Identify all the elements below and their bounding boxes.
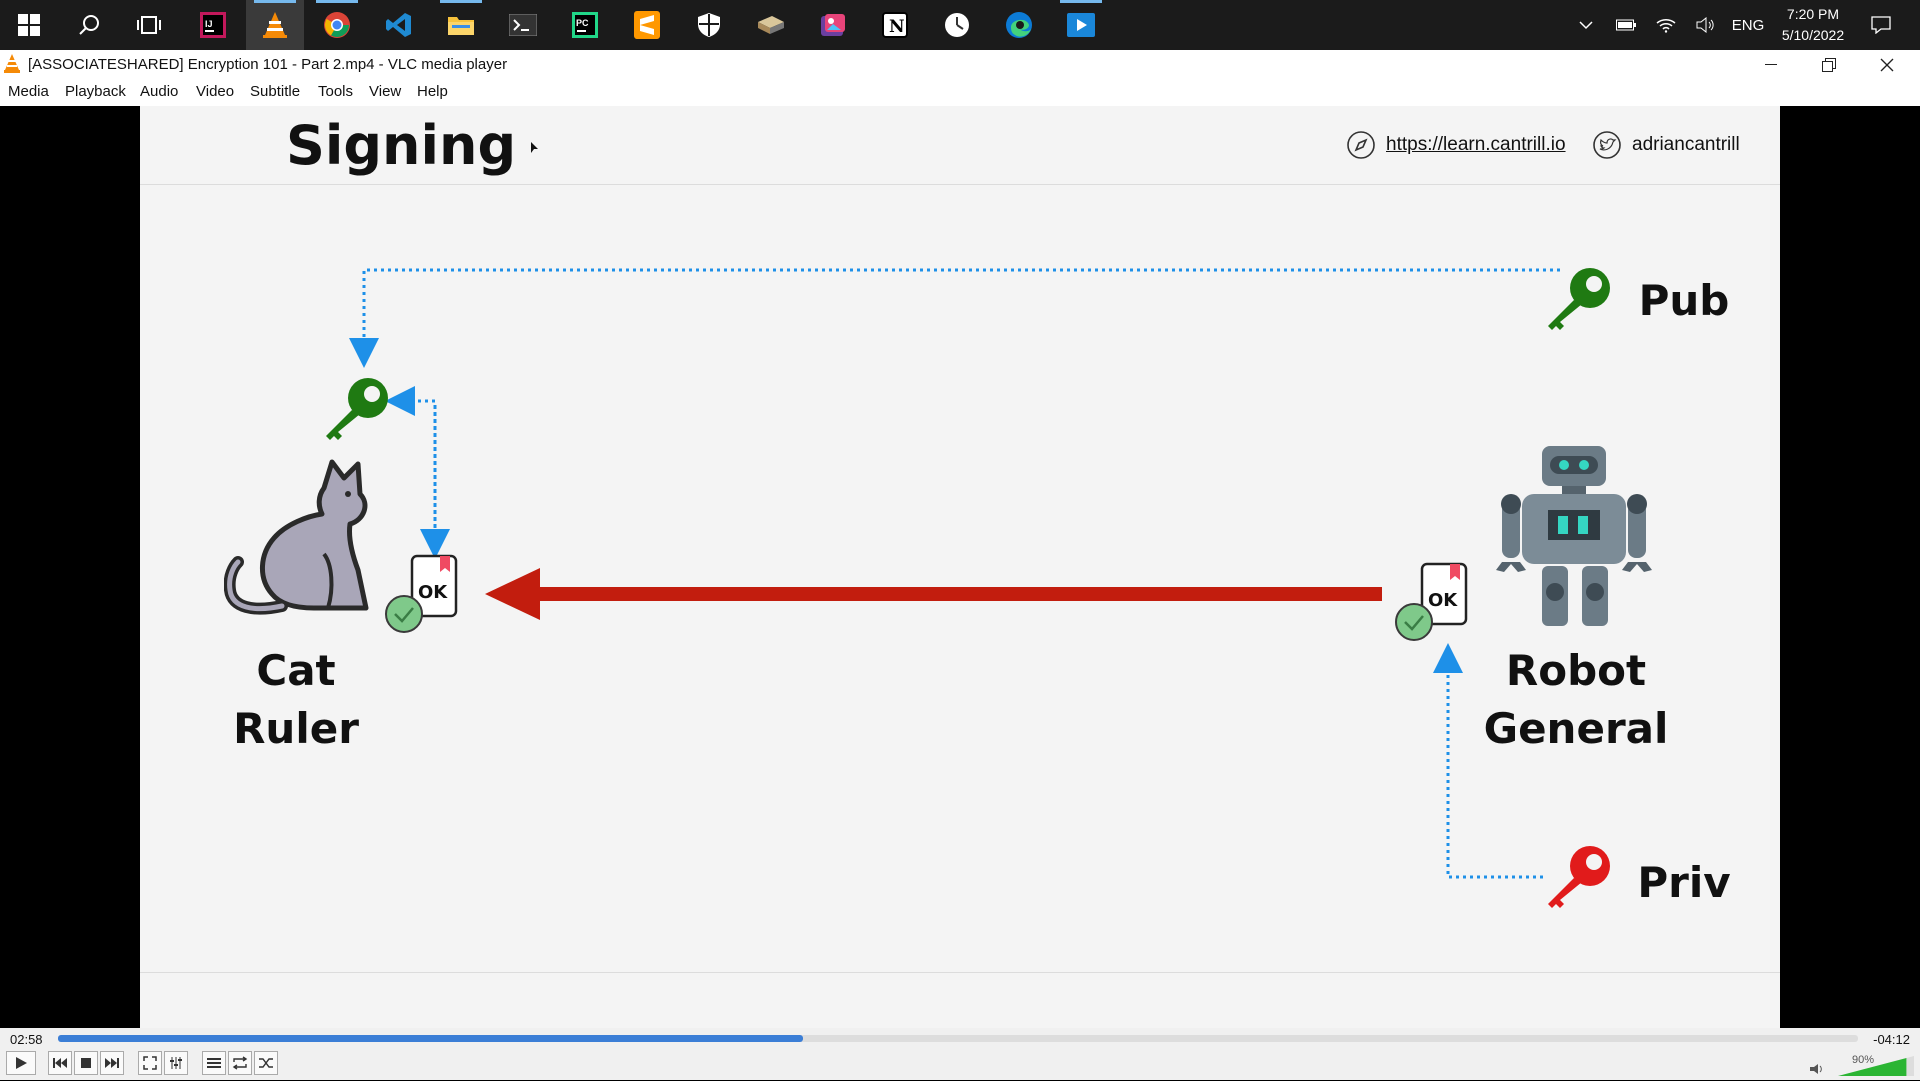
battery-icon[interactable] <box>1614 0 1638 50</box>
vlc-icon[interactable] <box>246 0 304 50</box>
security-icon[interactable] <box>680 0 738 50</box>
vlc-app-icon <box>4 54 20 79</box>
previous-icon[interactable] <box>48 1051 72 1075</box>
robot-label: Robot General <box>1476 642 1676 758</box>
next-icon[interactable] <box>100 1051 124 1075</box>
window-titlebar: [ASSOCIATESHARED] Encryption 101 - Part … <box>0 50 1920 80</box>
cat-public-key-icon <box>318 374 394 451</box>
windows-start-icon[interactable] <box>0 0 58 50</box>
vscode-icon[interactable] <box>370 0 428 50</box>
slide: Signing https://learn.cantrill.io adrian… <box>140 106 1780 1028</box>
menu-bar: Media Playback Audio Video Subtitle Tool… <box>0 80 1920 106</box>
robot-label-line1: Robot <box>1505 646 1647 695</box>
notification-icon[interactable] <box>1866 0 1896 50</box>
minimize-button[interactable] <box>1742 50 1800 80</box>
footer-divider <box>140 972 1780 973</box>
media-app-icon[interactable] <box>1052 0 1110 50</box>
terminal-icon[interactable] <box>494 0 552 50</box>
extended-settings-icon[interactable] <box>164 1051 188 1075</box>
priv-label: Priv <box>1637 858 1731 907</box>
private-key-icon <box>1540 842 1616 919</box>
robot-label-line2: General <box>1483 704 1669 753</box>
clock-date: 5/10/2022 <box>1781 27 1845 43</box>
close-button[interactable] <box>1858 50 1916 80</box>
cat-icon <box>223 458 394 623</box>
task-view-icon[interactable] <box>120 0 178 50</box>
wifi-icon[interactable] <box>1654 0 1678 50</box>
chevron-up-icon[interactable] <box>1574 0 1598 50</box>
book-icon[interactable] <box>742 0 800 50</box>
speaker-icon[interactable] <box>1694 0 1718 50</box>
clock-app-icon[interactable] <box>928 0 986 50</box>
volume-icon[interactable] <box>1810 1062 1824 1080</box>
notion-icon[interactable]: N <box>866 0 924 50</box>
menu-view[interactable]: View <box>369 83 401 100</box>
cat-label: Cat Ruler <box>196 642 396 758</box>
svg-text:N: N <box>889 17 905 37</box>
playlist-icon[interactable] <box>202 1051 226 1075</box>
restore-button[interactable] <box>1800 50 1858 80</box>
stop-icon[interactable] <box>74 1051 98 1075</box>
edge-icon[interactable] <box>990 0 1048 50</box>
elapsed-time[interactable]: 02:58 <box>10 1032 43 1047</box>
volume-slider[interactable] <box>1838 1056 1914 1081</box>
menu-audio[interactable]: Audio <box>140 83 178 100</box>
menu-media[interactable]: Media <box>8 83 49 100</box>
sublime-icon[interactable] <box>618 0 676 50</box>
svg-text:IJ: IJ <box>205 19 213 29</box>
clock-time: 7:20 PM <box>1786 6 1840 22</box>
file-explorer-icon[interactable] <box>432 0 490 50</box>
intellij-icon[interactable]: IJ <box>184 0 242 50</box>
robot-icon <box>1492 444 1658 633</box>
shuffle-icon[interactable] <box>254 1051 278 1075</box>
cat-label-line1: Cat <box>256 646 336 695</box>
menu-video[interactable]: Video <box>196 83 234 100</box>
taskbar: IJ PC N ENG 7:20 PM 5/10/2022 <box>0 0 1920 50</box>
public-key-icon <box>1540 264 1616 341</box>
search-icon[interactable] <box>60 0 118 50</box>
svg-text:PC: PC <box>576 18 589 28</box>
taskbar-clock[interactable]: 7:20 PM 5/10/2022 <box>1768 4 1858 46</box>
language-indicator[interactable]: ENG <box>1728 0 1768 50</box>
menu-subtitle[interactable]: Subtitle <box>250 83 300 100</box>
fullscreen-icon[interactable] <box>138 1051 162 1075</box>
photos-icon[interactable] <box>804 0 862 50</box>
player-controls: 02:58 -04:12 90% <box>0 1028 1920 1080</box>
checkmark-badge-icon <box>384 594 424 639</box>
cat-label-line2: Ruler <box>233 704 359 753</box>
menu-playback[interactable]: Playback <box>65 83 126 100</box>
seek-bar[interactable] <box>58 1035 1858 1042</box>
loop-icon[interactable] <box>228 1051 252 1075</box>
pycharm-icon[interactable]: PC <box>556 0 614 50</box>
remaining-time[interactable]: -04:12 <box>1873 1032 1910 1047</box>
menu-help[interactable]: Help <box>417 83 448 100</box>
play-button[interactable] <box>6 1051 36 1075</box>
checkmark-badge-icon <box>1394 602 1434 647</box>
seek-progress <box>58 1035 804 1042</box>
chrome-icon[interactable] <box>308 0 366 50</box>
video-area[interactable]: Signing https://learn.cantrill.io adrian… <box>0 106 1920 1028</box>
menu-tools[interactable]: Tools <box>318 83 353 100</box>
pub-label: Pub <box>1638 276 1730 325</box>
window-title: [ASSOCIATESHARED] Encryption 101 - Part … <box>28 56 508 73</box>
